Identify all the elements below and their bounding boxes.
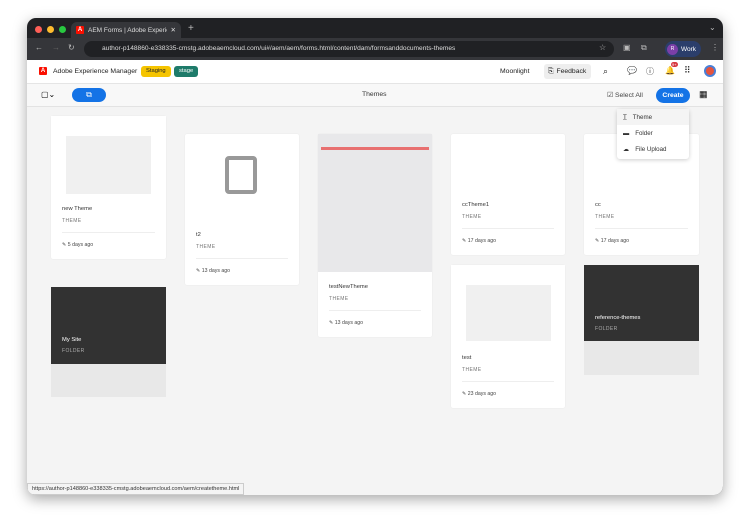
feedback-icon: ⎘	[548, 67, 554, 75]
aem-page: A Adobe Experience Manager Staging stage…	[27, 60, 723, 495]
reload-icon[interactable]: ↻	[68, 43, 75, 52]
staging-badge: Staging	[141, 66, 171, 77]
adobe-logo-icon: A	[39, 67, 47, 75]
aem-header: A Adobe Experience Manager Staging stage…	[27, 60, 723, 84]
extensions-puzzle-icon[interactable]: ⧉	[641, 43, 647, 53]
card-t2[interactable]: t2 THEME ✎ 13 days ago	[185, 134, 299, 285]
address-bar-row: ← → ↻ author-p148860-e338335-cmstg.adobe…	[27, 38, 723, 60]
card-cctheme1[interactable]: ccTheme1 THEME ✎ 17 days ago	[451, 134, 565, 255]
feedback-button[interactable]: ⎘ Feedback	[544, 64, 591, 79]
minimize-window-button[interactable]	[47, 26, 54, 33]
tab-search-button[interactable]: ⌄	[709, 23, 716, 32]
card-view-icon[interactable]: ▦	[699, 89, 708, 100]
help-icon[interactable]: ⓘ	[646, 66, 654, 77]
folder-my-site[interactable]: My Site FOLDER	[51, 287, 166, 397]
browser-menu-icon[interactable]: ⋮	[711, 43, 719, 52]
apps-grid-icon[interactable]: ⠿	[684, 65, 691, 76]
action-bar: ▢⌄ ⧉ Themes ☑ Select All Create ▦	[27, 84, 723, 107]
org-switcher[interactable]: Moonlight	[500, 68, 529, 75]
extension-icon[interactable]: ▣	[623, 43, 631, 52]
card-new-theme[interactable]: new Theme THEME ✎ 5 days ago	[51, 116, 166, 259]
menu-item-theme[interactable]: T̲ Theme	[617, 109, 689, 125]
search-icon[interactable]: ⌕	[603, 66, 608, 77]
page-title: Themes	[362, 91, 387, 98]
menu-item-file-upload[interactable]: ☁ File Upload	[617, 141, 689, 157]
theme-thumbnail	[451, 265, 565, 343]
create-menu: T̲ Theme ▬ Folder ☁ File Upload	[617, 109, 689, 159]
folder-icon: ▬	[623, 129, 630, 137]
profile-button[interactable]: R Work	[665, 41, 701, 57]
card-test-new-theme[interactable]: testNewTheme THEME ✎ 13 days ago	[318, 134, 432, 337]
browser-tab[interactable]: A AEM Forms | Adobe Experien ✕	[71, 22, 181, 38]
stage-badge: stage	[174, 66, 199, 77]
new-tab-button[interactable]: +	[188, 23, 194, 34]
user-avatar[interactable]	[704, 65, 716, 77]
folder-reference-themes[interactable]: reference-themes FOLDER	[584, 265, 699, 375]
status-bar-link: https://author-p148860-e338335-cmstg.ado…	[27, 483, 245, 495]
theme-icon: T̲	[623, 113, 627, 121]
close-window-button[interactable]	[35, 26, 42, 33]
bookmark-star-icon[interactable]: ☆	[599, 43, 606, 52]
select-all-icon: ☑	[607, 92, 615, 99]
view-switcher-button[interactable]: ⧉	[72, 88, 106, 102]
forward-icon[interactable]: →	[52, 43, 60, 52]
card-test[interactable]: test THEME ✎ 23 days ago	[451, 265, 565, 408]
theme-thumbnail	[318, 134, 432, 272]
close-tab-icon[interactable]: ✕	[171, 26, 176, 34]
chat-icon[interactable]: 💬	[627, 66, 637, 75]
maximize-window-button[interactable]	[59, 26, 66, 33]
adobe-icon: A	[76, 26, 84, 34]
menu-item-folder[interactable]: ▬ Folder	[617, 125, 689, 141]
document-icon	[225, 156, 257, 194]
app-name: Adobe Experience Manager	[53, 68, 138, 75]
theme-thumbnail	[51, 116, 166, 195]
notification-count: 9+	[671, 62, 678, 67]
notifications-icon[interactable]: 🔔	[665, 66, 675, 75]
back-icon[interactable]: ←	[35, 43, 43, 52]
create-button[interactable]: Create	[656, 88, 690, 103]
browser-window: A AEM Forms | Adobe Experien ✕ + ⌄ ← → ↻ a…	[27, 18, 723, 495]
rail-toggle-icon[interactable]: ▢⌄	[41, 90, 55, 99]
url-input[interactable]: author-p148860-e338335-cmstg.adobeaemclo…	[84, 41, 614, 57]
upload-icon: ☁	[623, 145, 630, 153]
select-all-button[interactable]: ☑ Select All	[607, 91, 643, 99]
